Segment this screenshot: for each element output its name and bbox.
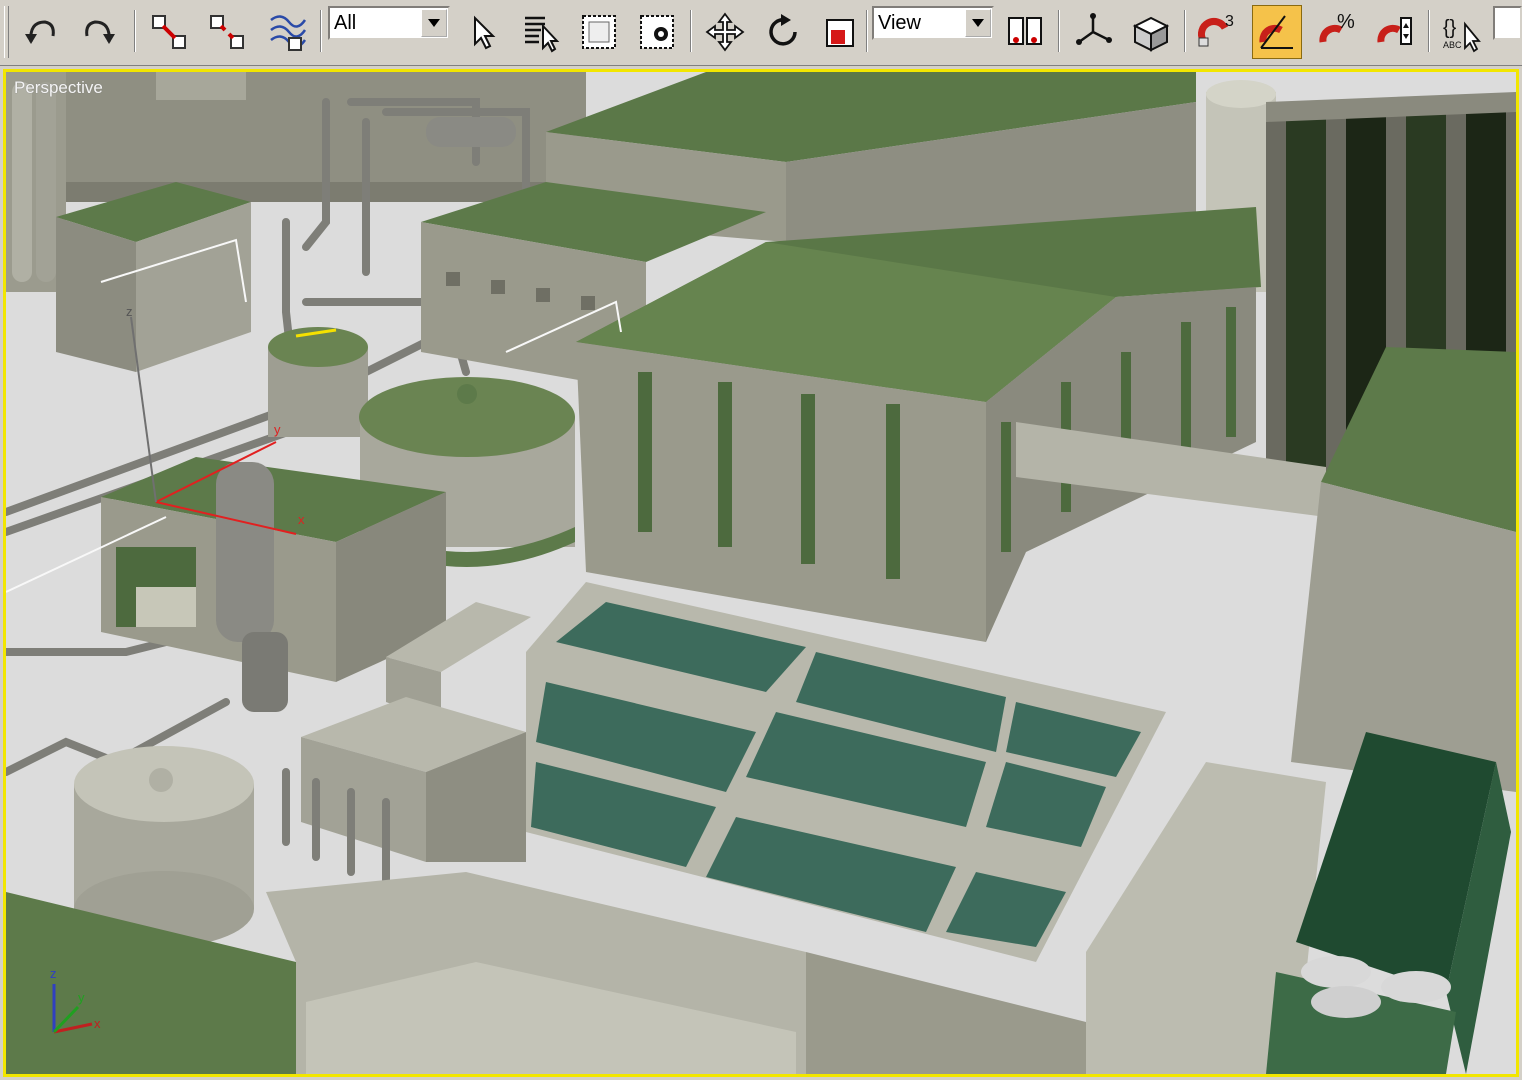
toolbar-separator xyxy=(134,10,136,52)
select-and-move-button[interactable] xyxy=(700,5,750,59)
reference-coordinate-dropdown[interactable]: View xyxy=(872,6,994,40)
pivot-icon xyxy=(1076,13,1112,45)
tripod-z-label: z xyxy=(50,966,57,981)
named-selection-icon: {}ABC xyxy=(1443,17,1481,53)
named-selection-sets-button[interactable]: {} ABC xyxy=(1436,5,1486,59)
undo-icon xyxy=(25,20,55,44)
select-and-rotate-button[interactable] xyxy=(758,5,808,59)
bind-space-warp-icon xyxy=(270,15,307,51)
angle-snap-icon xyxy=(1259,15,1293,49)
spinner-snap-icon xyxy=(1377,17,1412,45)
move-icon xyxy=(705,12,745,52)
snap-icon: 3 xyxy=(1197,13,1234,47)
chevron-down-icon[interactable] xyxy=(965,9,991,37)
toolbar-grip[interactable] xyxy=(4,6,9,58)
select-link-icon xyxy=(152,15,186,49)
horizontal-tank xyxy=(426,117,516,147)
scene-render[interactable] xyxy=(6,72,1516,1074)
select-object-button[interactable] xyxy=(458,5,508,59)
manipulate-icon xyxy=(1132,16,1170,52)
toolbar-separator xyxy=(320,10,322,52)
tripod-x-label: x xyxy=(94,1016,101,1031)
toolbar-separator xyxy=(690,10,692,52)
rectangular-selection-button[interactable] xyxy=(574,5,624,59)
percent-snap-icon: % xyxy=(1319,11,1355,43)
named-selection-input[interactable] xyxy=(1493,6,1522,40)
bind-space-warp-button[interactable] xyxy=(262,5,312,59)
named-sets-abc-text: ABC xyxy=(1443,40,1462,50)
select-and-manipulate-button[interactable] xyxy=(1126,5,1176,59)
mirror-icon xyxy=(1008,17,1042,45)
unlink-selection-button[interactable] xyxy=(202,5,252,59)
redo-icon xyxy=(85,20,115,44)
angle-snap-button[interactable] xyxy=(1252,5,1302,59)
use-pivot-center-button[interactable] xyxy=(1068,5,1118,59)
rotate-icon xyxy=(769,14,797,46)
toolbar-separator xyxy=(866,10,868,52)
rect-selection-icon xyxy=(582,15,616,49)
scale-icon xyxy=(826,19,854,47)
redo-button[interactable] xyxy=(74,5,124,59)
gizmo-x-label: x xyxy=(298,512,305,527)
gizmo-z-label: z xyxy=(126,304,133,319)
gizmo-y-label: y xyxy=(274,422,281,437)
snap-toggle-button[interactable]: 3 xyxy=(1192,5,1242,59)
svg-text:{}: {} xyxy=(1443,17,1457,39)
select-and-scale-button[interactable] xyxy=(816,5,866,59)
spinner-snap-button[interactable] xyxy=(1370,5,1420,59)
toolbar-separator xyxy=(1428,10,1430,52)
main-toolbar: All View 3 % {} ABC xyxy=(0,0,1522,66)
chevron-down-icon[interactable] xyxy=(421,9,447,37)
toolbar-separator xyxy=(1058,10,1060,52)
select-by-name-icon xyxy=(525,16,560,53)
reference-coordinate-value: View xyxy=(878,12,921,34)
snap-count-text: 3 xyxy=(1225,13,1234,30)
percent-text: % xyxy=(1337,11,1355,33)
mirror-button[interactable] xyxy=(1000,5,1050,59)
select-object-icon xyxy=(474,15,496,50)
tripod-y-label: y xyxy=(78,990,85,1005)
viewport-label[interactable]: Perspective xyxy=(14,78,103,98)
perspective-viewport[interactable]: Perspective z x y z x y xyxy=(3,69,1519,1077)
window-crossing-icon xyxy=(640,15,674,49)
window-crossing-button[interactable] xyxy=(632,5,682,59)
select-by-name-button[interactable] xyxy=(516,5,566,59)
undo-button[interactable] xyxy=(16,5,66,59)
toolbar-separator xyxy=(1184,10,1186,52)
percent-snap-button[interactable]: % xyxy=(1312,5,1362,59)
selection-filter-dropdown[interactable]: All xyxy=(328,6,450,40)
selection-filter-value: All xyxy=(334,12,357,34)
unlink-icon xyxy=(210,15,244,49)
select-and-link-button[interactable] xyxy=(144,5,194,59)
